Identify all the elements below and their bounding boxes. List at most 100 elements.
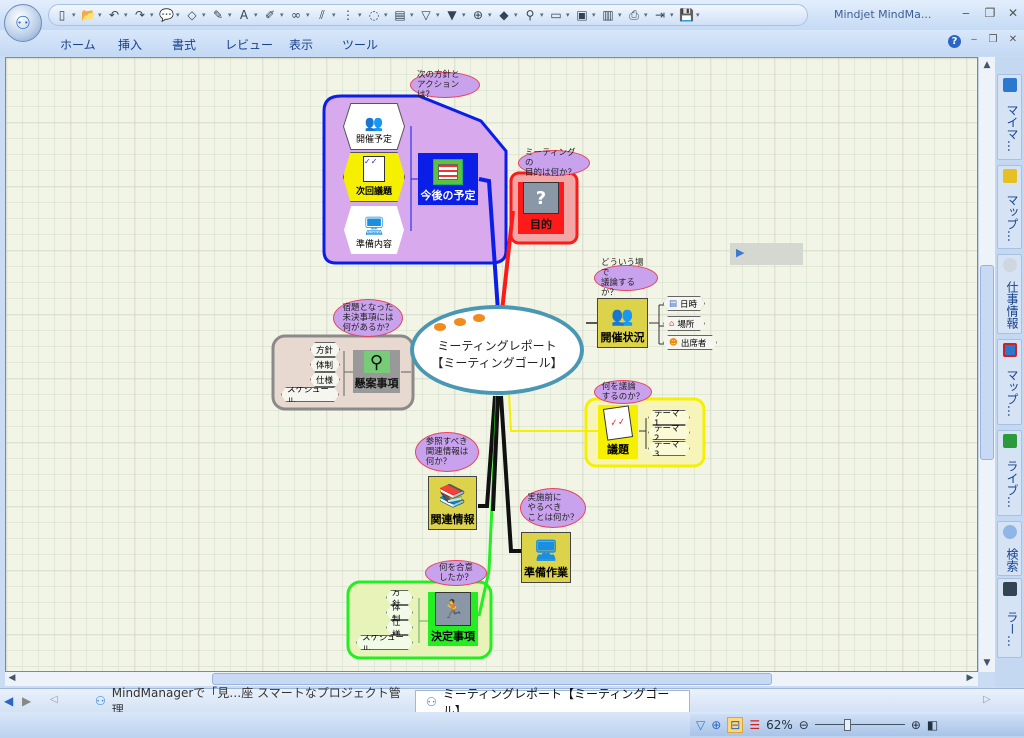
dropdown-arrow-icon[interactable]: ▾ xyxy=(410,11,416,19)
scroll-down-button[interactable]: ▼ xyxy=(980,658,994,668)
dropdown-arrow-icon[interactable]: ▾ xyxy=(72,11,78,19)
doc-close-button[interactable]: ✕ xyxy=(1005,34,1021,45)
central-topic[interactable]: ミーティングレポート 【ミーティングゴール】 xyxy=(410,305,584,395)
link-icon[interactable]: ∞ xyxy=(289,8,303,22)
dropdown-arrow-icon[interactable]: ▾ xyxy=(228,11,234,19)
view-icon[interactable]: ▣ xyxy=(575,8,589,22)
fill-icon[interactable]: ◇ xyxy=(185,8,199,22)
dropdown-arrow-icon[interactable]: ▾ xyxy=(98,11,104,19)
print-icon[interactable]: ⎙ xyxy=(627,8,641,22)
pane-tab-map-parts[interactable]: マップ… xyxy=(997,165,1022,249)
scroll-right-button[interactable]: ▶ xyxy=(964,673,976,683)
subtopic-prep-contents[interactable]: 🖥 準備内容 xyxy=(344,206,404,254)
font-icon[interactable]: A xyxy=(237,8,251,22)
dropdown-arrow-icon[interactable]: ▾ xyxy=(436,11,442,19)
dropdown-arrow-icon[interactable]: ▾ xyxy=(384,11,390,19)
subtopic-policy[interactable]: 方針 xyxy=(386,590,413,605)
subtopic-attendees[interactable]: ☻ 出席者 xyxy=(663,335,717,350)
open-icon[interactable]: 📂 xyxy=(81,8,96,22)
close-button[interactable]: ✕ xyxy=(1005,6,1021,20)
zoom-slider[interactable] xyxy=(814,719,905,731)
hierarchy-icon[interactable]: ⚲ xyxy=(523,8,537,22)
doc-minimize-button[interactable]: ‒ xyxy=(966,34,982,45)
dropdown-arrow-icon[interactable]: ▾ xyxy=(150,11,156,19)
subtopic-schedule[interactable]: スケジュール xyxy=(356,635,413,650)
filter-off-icon[interactable]: ▼ xyxy=(445,8,459,22)
dropdown-arrow-icon[interactable]: ▾ xyxy=(696,11,702,19)
doc-tab-mindmanager-seminar[interactable]: ⚇ MindManagerで「見…座 スマートなプロジェクト管理 xyxy=(85,686,415,717)
layout-icon[interactable]: ▭ xyxy=(549,8,563,22)
callout-pending[interactable]: 宿題となった 未決事項には 何があるか？ xyxy=(333,299,403,337)
dropdown-arrow-icon[interactable]: ▾ xyxy=(306,11,312,19)
tab-insert[interactable]: 挿入 xyxy=(118,36,142,53)
restore-button[interactable]: ❐ xyxy=(982,6,998,20)
doc-tab-meeting-report[interactable]: ⚇ ミーティングレポート【ミーティングゴール】 xyxy=(415,687,690,718)
filter-icon[interactable]: ▽ xyxy=(419,8,433,22)
notes-icon[interactable]: ▤ xyxy=(393,8,407,22)
dropdown-arrow-icon[interactable]: ▾ xyxy=(358,11,364,19)
topic-roles-icon[interactable]: ⊕ xyxy=(711,718,721,732)
callout-icon[interactable]: 💬 xyxy=(159,8,174,22)
topic-decided[interactable]: 🏃 決定事項 xyxy=(428,592,478,646)
dropdown-arrow-icon[interactable]: ▾ xyxy=(176,11,182,19)
pane-tab-my-maps[interactable]: マイマ… xyxy=(997,74,1022,160)
topic-related[interactable]: 📚 関連情報 xyxy=(428,476,477,530)
pane-tab-library[interactable]: ライブ… xyxy=(997,430,1022,516)
relationship-icon[interactable]: ⋮ xyxy=(341,8,355,22)
tab-scroll-right-button[interactable]: ▷ xyxy=(983,694,991,705)
tab-home[interactable]: ホーム xyxy=(60,36,96,53)
callout-schedule[interactable]: 次の方針と アクションは？ xyxy=(410,70,480,100)
doc-restore-button[interactable]: ❐ xyxy=(985,34,1001,45)
dropdown-arrow-icon[interactable]: ▾ xyxy=(280,11,286,19)
tab-review[interactable]: レビュー xyxy=(225,36,273,53)
dropdown-arrow-icon[interactable]: ▾ xyxy=(540,11,546,19)
dropdown-arrow-icon[interactable]: ▾ xyxy=(566,11,572,19)
subtopic-spec[interactable]: 仕様 xyxy=(386,620,413,635)
line-icon[interactable]: ✎ xyxy=(211,8,225,22)
export-icon[interactable]: ⇥ xyxy=(653,8,667,22)
callout-status[interactable]: どういう場で 議論するか？ xyxy=(594,258,658,298)
panel-toggle-icon[interactable]: ◧ xyxy=(927,718,938,732)
forward-arrow-icon[interactable]: ▶ xyxy=(22,694,31,708)
filter-icon[interactable]: ▽ xyxy=(696,718,705,732)
redo-icon[interactable]: ↷ xyxy=(133,8,147,22)
add-topic-icon[interactable]: ⊕ xyxy=(471,8,485,22)
pane-tab-task-info[interactable]: 仕事情報 xyxy=(997,254,1022,334)
zoom-in-button[interactable]: ⊕ xyxy=(911,718,921,732)
marker-icon[interactable]: ◆ xyxy=(497,8,511,22)
topic-status[interactable]: 👥 開催状況 xyxy=(597,298,648,348)
topic-pending[interactable]: ⚲ 懸案事項 xyxy=(353,350,400,393)
dropdown-arrow-icon[interactable]: ▾ xyxy=(462,11,468,19)
subtopic-spec[interactable]: 仕様 xyxy=(310,372,340,387)
vertical-scroll-thumb[interactable] xyxy=(980,265,994,460)
dropdown-arrow-icon[interactable]: ▾ xyxy=(332,11,338,19)
callout-purpose[interactable]: ミーティングの 目的は何か？ xyxy=(518,148,590,178)
subtopic-structure[interactable]: 体制 xyxy=(386,605,413,620)
dropdown-arrow-icon[interactable]: ▾ xyxy=(488,11,494,19)
outline-icon[interactable]: ▥ xyxy=(601,8,615,22)
topic-agenda[interactable]: ✓✓ 議題 xyxy=(598,405,638,459)
tab-view[interactable]: 表示 xyxy=(289,36,313,53)
dropdown-arrow-icon[interactable]: ▾ xyxy=(124,11,130,19)
tab-format[interactable]: 書式 xyxy=(172,36,196,53)
topic-purpose[interactable]: ? 目的 xyxy=(518,182,564,234)
application-menu-button[interactable]: ⚇ xyxy=(4,4,42,42)
dropdown-arrow-icon[interactable]: ▾ xyxy=(644,11,650,19)
play-icon[interactable]: ▶ xyxy=(730,243,803,265)
subtopic-theme1[interactable]: テーマ1 xyxy=(648,410,690,425)
zoom-slider-thumb[interactable] xyxy=(843,719,851,731)
help-icon[interactable]: ? xyxy=(948,35,961,48)
callout-prep[interactable]: 実施前に やるべき ことは何か？ xyxy=(520,488,586,528)
scroll-left-button[interactable]: ◀ xyxy=(6,673,18,683)
pane-tab-search[interactable]: 検索 xyxy=(997,521,1022,576)
subtopic-hold-schedule[interactable]: 👥 開催予定 xyxy=(344,104,404,149)
subtopic-theme3[interactable]: テーマ3 xyxy=(648,441,690,456)
zoom-out-button[interactable]: ⊖ xyxy=(799,718,809,732)
new-icon[interactable]: ▯ xyxy=(55,8,69,22)
dropdown-arrow-icon[interactable]: ▾ xyxy=(202,11,208,19)
dropdown-arrow-icon[interactable]: ▾ xyxy=(514,11,520,19)
dropdown-arrow-icon[interactable]: ▾ xyxy=(592,11,598,19)
subtopic-schedule[interactable]: スケジュール xyxy=(281,387,339,402)
back-arrow-icon[interactable]: ◀ xyxy=(4,694,13,708)
save-icon[interactable]: 💾 xyxy=(679,8,694,22)
